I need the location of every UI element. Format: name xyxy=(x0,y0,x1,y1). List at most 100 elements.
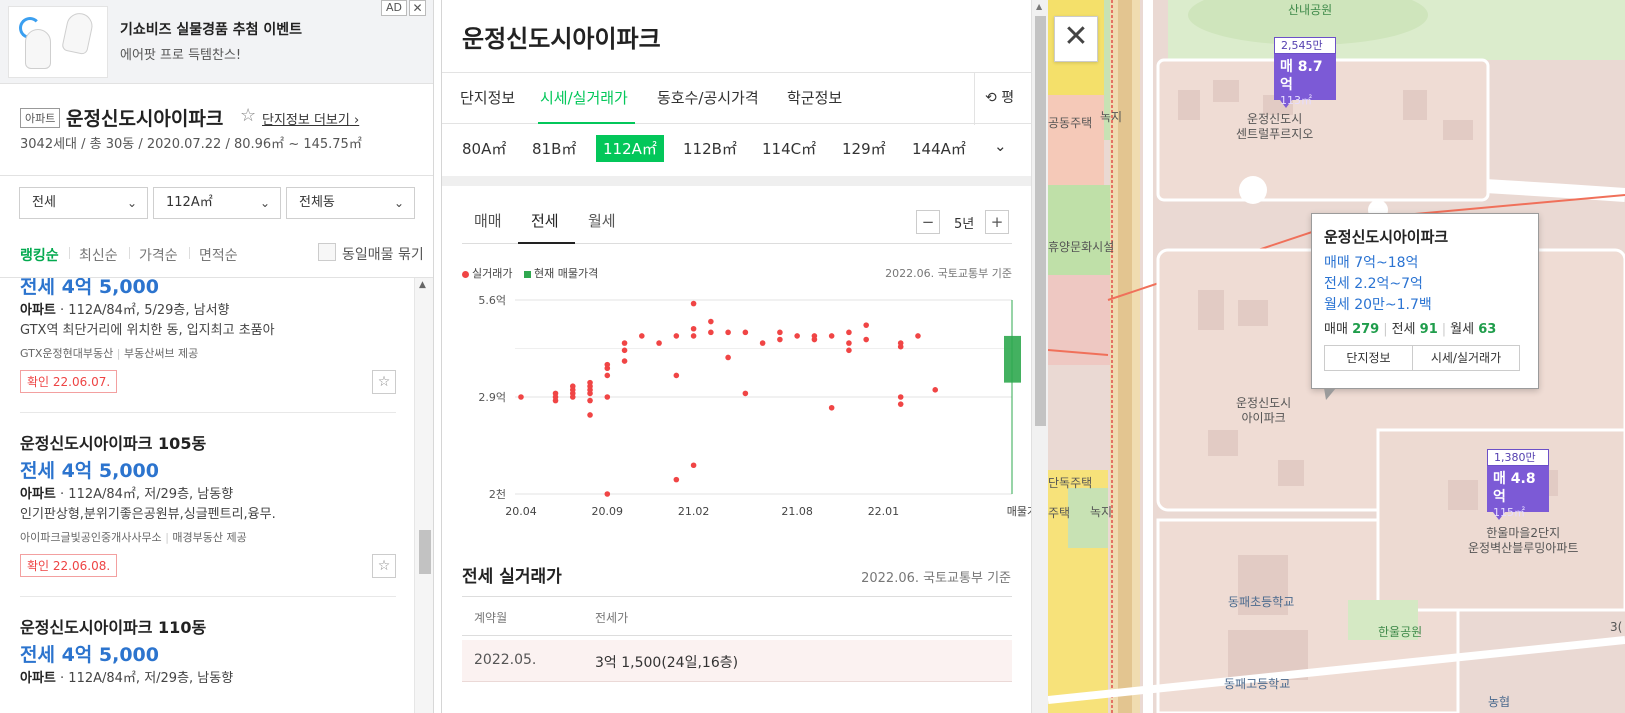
price-point xyxy=(811,336,818,343)
popup-jeonse-range[interactable]: 전세 2.2억~7억 xyxy=(1324,273,1423,293)
price-chart: 5.6억 2.9억 2천 20.04 20.09 21.02 21.08 22.01 매물가격 xyxy=(442,288,1031,528)
size-tab[interactable]: 81B㎡ xyxy=(532,138,576,159)
list-item[interactable]: 전세 4억 5,000 아파트 · 112A/84㎡, 5/29층, 남서향 G… xyxy=(0,278,408,413)
price-point xyxy=(673,333,680,339)
price-point xyxy=(863,336,869,343)
subtab-jeonse[interactable]: 전세 xyxy=(531,210,559,231)
listing-name: 운정신도시아이파크 105동 xyxy=(20,434,207,453)
price-point xyxy=(828,333,835,339)
subtab-monthly[interactable]: 월세 xyxy=(588,210,616,231)
sort-price[interactable]: 가격순 xyxy=(139,245,178,265)
ad-title[interactable]: 기쇼비즈 실물경품 추첨 이벤트 xyxy=(120,19,302,39)
size-tab[interactable]: 112B㎡ xyxy=(683,138,737,159)
popup-monthly-range[interactable]: 월세 20만~1.7백 xyxy=(1324,294,1432,314)
pyeong-toggle-button[interactable]: ⟲ 평 xyxy=(974,73,1031,125)
chevron-down-icon[interactable]: ⌄ xyxy=(994,137,1007,155)
sort-ranking[interactable]: 랭킹순 xyxy=(20,245,59,265)
listing-spec: 아파트 · 112A/84㎡, 저/29층, 남동향 xyxy=(20,487,234,502)
price-point xyxy=(777,336,783,343)
complex-header: 아파트 운정신도시아이파크 ☆ 단지정보 더보기 › 3042세대 / 총 30… xyxy=(0,84,433,176)
price-point xyxy=(690,462,697,469)
tab-unit-price[interactable]: 동호수/공시가격 xyxy=(657,87,759,108)
marker-count: 2,545만 xyxy=(1274,37,1336,54)
marker-price: 매 8.7억 xyxy=(1280,59,1323,93)
size-tab[interactable]: 144A㎡ xyxy=(912,138,966,159)
detail-title: 운정신도시아이파크 xyxy=(462,25,661,53)
table-row[interactable]: 2022.05. 3억 1,500(24일,16층) xyxy=(462,640,1012,682)
popup-tail xyxy=(1324,388,1336,400)
map-view[interactable]: ✕ 산내공원 운정신도시 센트럴푸르지오 공동주택 녹지 휴양문화시설 운정신도… xyxy=(1048,0,1625,713)
dong-select[interactable]: 전체동 ⌄ xyxy=(286,187,415,219)
map-label: 단독주택 xyxy=(1048,476,1093,490)
group-same-label[interactable]: 동일매물 묶기 xyxy=(342,244,424,264)
price-point xyxy=(569,387,576,393)
popup-price-button[interactable]: 시세/실거래가 xyxy=(1412,345,1520,371)
list-item[interactable]: 운정신도시아이파크 105동 전세 4억 5,000 아파트 · 112A/84… xyxy=(0,430,408,600)
map-label: 주택 xyxy=(1048,506,1071,520)
group-same-checkbox[interactable] xyxy=(318,243,336,261)
scrollbar-thumb[interactable] xyxy=(419,530,431,574)
period-plus-button[interactable]: + xyxy=(985,210,1009,234)
price-marker[interactable]: 1,380만 매 4.8억 115㎡ xyxy=(1487,449,1549,520)
subtab-sale[interactable]: 매매 xyxy=(474,210,502,231)
price-point xyxy=(552,397,559,404)
scroll-up-icon[interactable]: ▲ xyxy=(419,280,426,290)
ad-banner[interactable]: 기쇼비즈 실물경품 추첨 이벤트 에어팟 프로 득템찬스! AD ✕ xyxy=(0,0,433,84)
price-point xyxy=(742,329,749,336)
trade-type-select[interactable]: 전세 ⌄ xyxy=(19,187,148,219)
tab-school[interactable]: 학군정보 xyxy=(787,87,842,108)
popup-sale-range[interactable]: 매매 7억~18억 xyxy=(1324,252,1418,272)
map-close-button[interactable]: ✕ xyxy=(1054,16,1098,62)
price-point xyxy=(621,358,628,364)
tab-price[interactable]: 시세/실거래가 xyxy=(540,87,628,108)
ad-image xyxy=(8,6,108,78)
list-scrollbar[interactable]: ▲ xyxy=(414,278,433,713)
legend-current-square xyxy=(523,270,531,278)
sort-area[interactable]: 면적순 xyxy=(199,245,238,265)
price-point xyxy=(587,383,593,390)
price-point xyxy=(656,340,662,346)
legend-actual-dot xyxy=(462,270,469,278)
favorite-star-icon[interactable]: ☆ xyxy=(240,105,256,126)
complex-popup[interactable]: 운정신도시아이파크 매매 7억~18억 전세 2.2억~7억 월세 20만~1.… xyxy=(1311,213,1539,400)
price-point xyxy=(690,333,697,339)
size-tab[interactable]: 80A㎡ xyxy=(462,138,506,159)
list-item[interactable]: 운정신도시아이파크 110동 전세 4억 5,000 아파트 · 112A/84… xyxy=(0,614,408,713)
size-tab[interactable]: 129㎡ xyxy=(842,138,886,159)
price-point xyxy=(587,412,593,418)
refresh-icon: ⟲ xyxy=(985,90,997,106)
tab-complex-info[interactable]: 단지정보 xyxy=(460,87,515,108)
column-header: 계약월 xyxy=(474,611,508,625)
period-minus-button[interactable]: − xyxy=(916,210,940,234)
size-tab-active[interactable]: 112A㎡ xyxy=(596,135,664,162)
price-point xyxy=(708,329,714,336)
price-marker[interactable]: 2,545만 매 8.7억 113㎡ xyxy=(1274,37,1336,108)
x-tick-label: 21.08 xyxy=(781,505,813,518)
area-select[interactable]: 112A㎡ ⌄ xyxy=(153,187,281,219)
size-tab[interactable]: 114C㎡ xyxy=(762,138,816,159)
trade-type-value: 전세 xyxy=(32,195,56,210)
star-icon[interactable]: ☆ xyxy=(372,554,396,578)
area-size-tabs: 80A㎡ 81B㎡ 112A㎡ 112B㎡ 114C㎡ 129㎡ 144A㎡ ⌄ xyxy=(442,125,1031,175)
map-label: 한울공원 xyxy=(1378,625,1423,639)
subtab-active-indicator xyxy=(518,242,575,244)
x-tick-label: 20.09 xyxy=(592,505,624,518)
x-tick-label: 20.04 xyxy=(505,505,537,518)
complex-meta: 3042세대 / 총 30동 / 2020.07.22 / 80.96㎡ ~ 1… xyxy=(20,137,362,152)
sort-bar: 랭킹순 최신순 가격순 면적순 동일매물 묶기 xyxy=(0,240,433,278)
sort-latest[interactable]: 최신순 xyxy=(79,245,118,265)
popup-counts: 매매 279 | 전세 91 | 월세 63 xyxy=(1324,322,1497,337)
price-point xyxy=(897,401,904,407)
y-tick-label: 2천 xyxy=(489,487,506,501)
scroll-up-icon[interactable]: ▲ xyxy=(1036,2,1042,11)
detail-scrollbar[interactable]: ▲ xyxy=(1031,0,1048,713)
popup-complex-info-button[interactable]: 단지정보 xyxy=(1324,345,1413,371)
scrollbar-thumb[interactable] xyxy=(1035,16,1046,426)
table-header: 계약월 전세가 xyxy=(462,596,1012,636)
tab-active-indicator xyxy=(538,122,635,124)
price-point xyxy=(690,300,697,307)
star-icon[interactable]: ☆ xyxy=(372,370,396,394)
listing-list: 전세 4억 5,000 아파트 · 112A/84㎡, 5/29층, 남서향 G… xyxy=(0,278,433,713)
complex-more-link[interactable]: 단지정보 더보기 › xyxy=(262,109,359,128)
ad-close-button[interactable]: ✕ xyxy=(409,0,426,16)
